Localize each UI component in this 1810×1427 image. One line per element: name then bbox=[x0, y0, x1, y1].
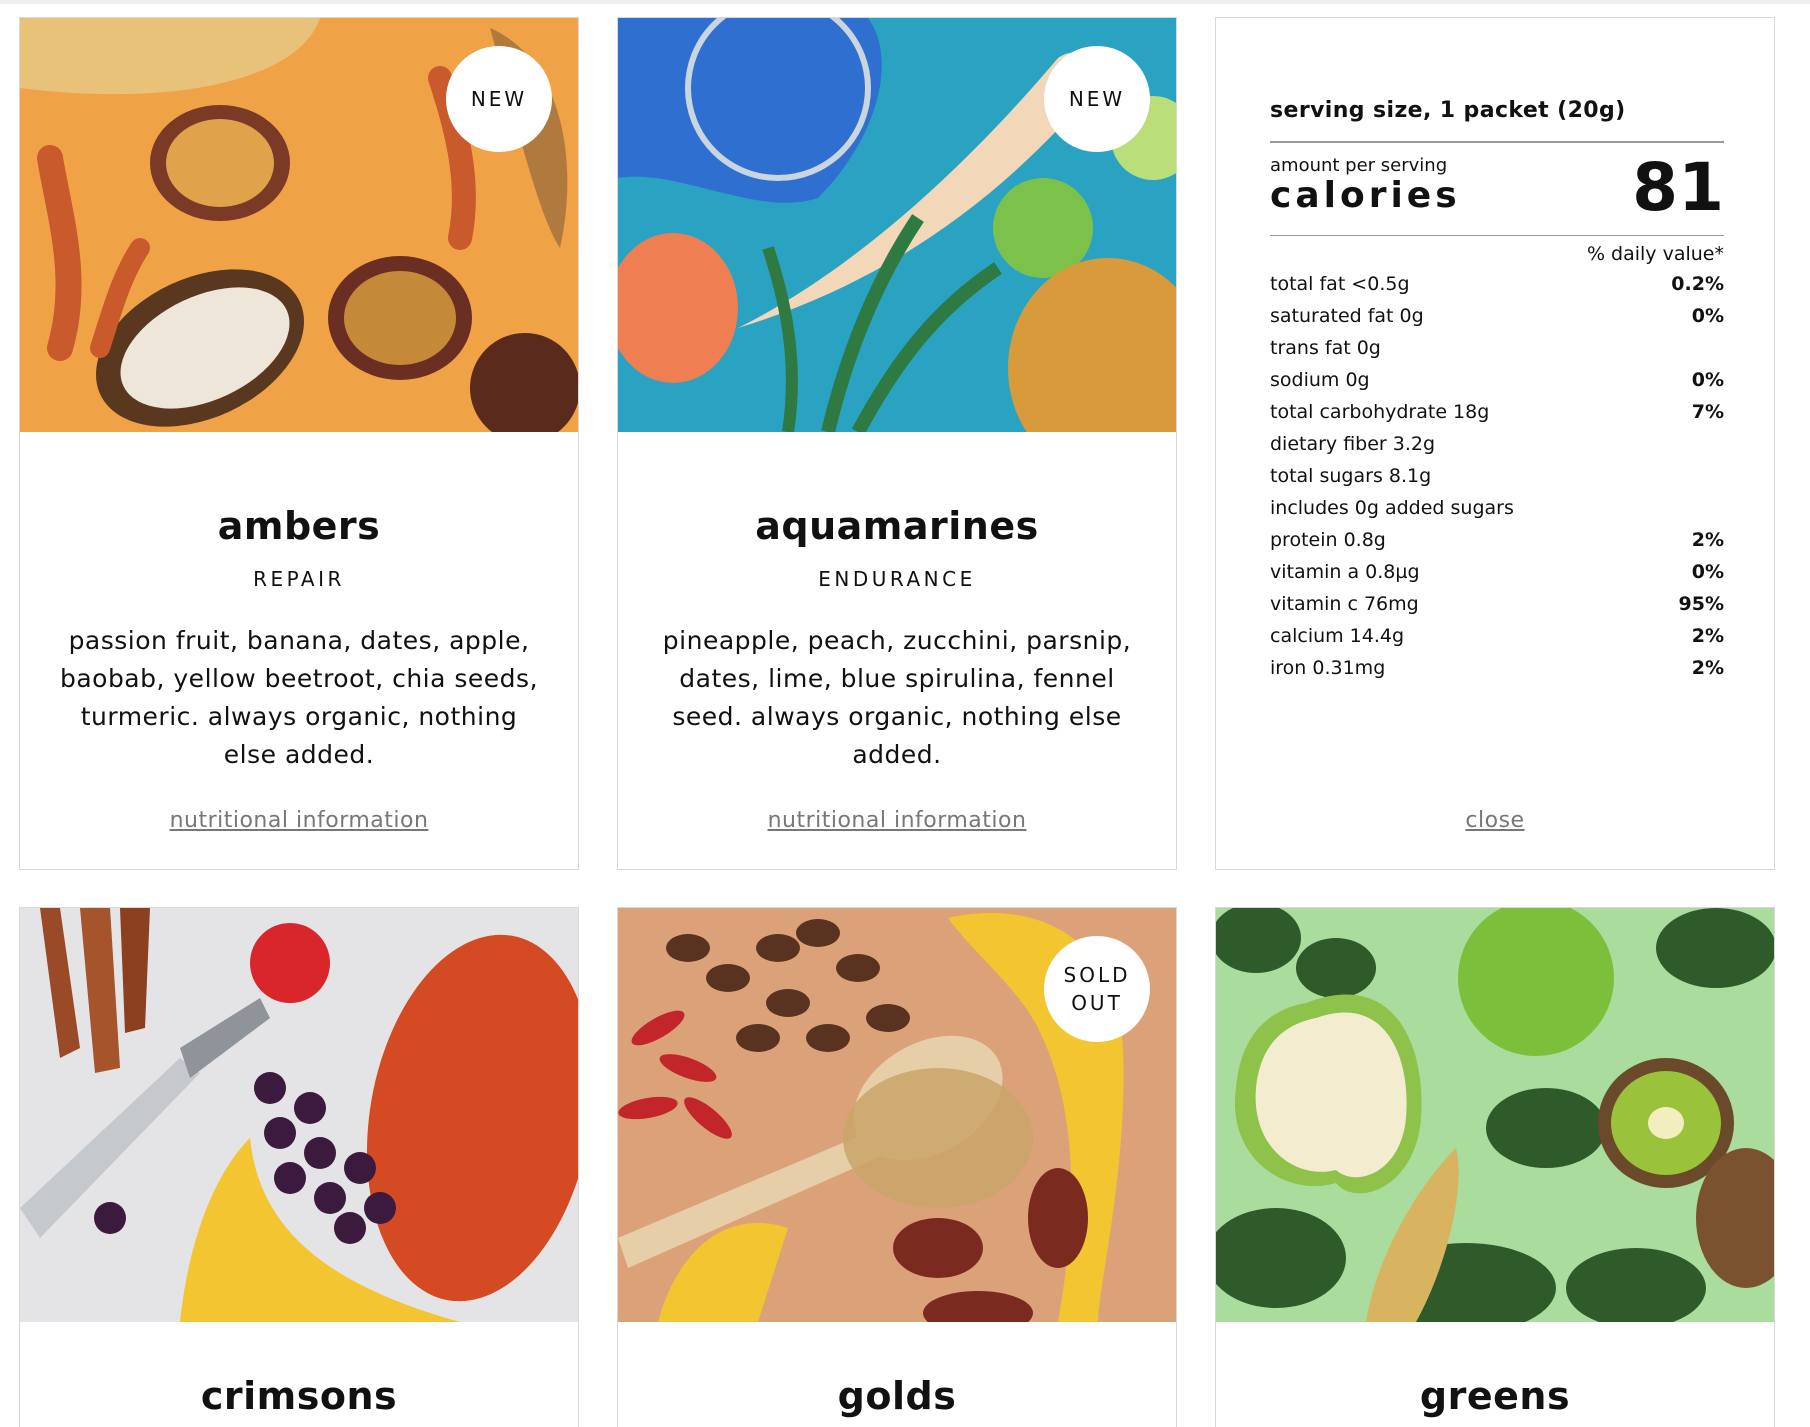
product-card-golds: SOLD OUT golds bbox=[617, 907, 1177, 1427]
new-badge: NEW bbox=[1044, 46, 1150, 152]
product-name: greens bbox=[1419, 1374, 1571, 1418]
product-card-aquamarines: NEW aquamarines ENDURANCE pineapple, pea… bbox=[617, 17, 1177, 870]
nutrient-row: vitamin a 0.8µg 0% bbox=[1270, 561, 1724, 583]
nutrient-row: includes 0g added sugars bbox=[1270, 497, 1514, 519]
product-photo-ambers: NEW bbox=[20, 18, 578, 432]
product-description: passion fruit, banana, dates, apple, bao… bbox=[59, 626, 539, 769]
top-divider bbox=[0, 0, 1810, 4]
nutrient-row: vitamin c 76mg 95% bbox=[1270, 593, 1724, 615]
product-photo-crimsons bbox=[20, 908, 578, 1322]
product-name: ambers bbox=[217, 504, 381, 548]
nutrient-list: total fat <0.5g 0.2% saturated fat 0g 0% t… bbox=[1270, 268, 1724, 684]
product-benefit: ENDURANCE bbox=[818, 567, 976, 591]
nutrient-row: saturated fat 0g 0% bbox=[1270, 305, 1724, 327]
product-name: aquamarines bbox=[755, 504, 1039, 548]
product-description: pineapple, peach, zucchini, parsnip, dat… bbox=[662, 626, 1132, 769]
nutrient-row: protein 0.8g 2% bbox=[1270, 529, 1724, 551]
new-badge: NEW bbox=[446, 46, 552, 152]
sold-out-badge: SOLD OUT bbox=[1044, 936, 1150, 1042]
product-card-crimsons: crimsons bbox=[19, 907, 579, 1427]
product-card-greens: greens bbox=[1215, 907, 1775, 1427]
nutrient-row: total sugars 8.1g bbox=[1270, 465, 1432, 487]
daily-value-header: % daily value* bbox=[1586, 243, 1724, 265]
product-photo-aquamarines: NEW bbox=[618, 18, 1176, 432]
nutrient-row: iron 0.31mg 2% bbox=[1270, 657, 1724, 679]
product-name: crimsons bbox=[200, 1374, 398, 1418]
calories-label: calories bbox=[1270, 175, 1461, 216]
close-link[interactable]: close bbox=[1465, 808, 1524, 833]
nutrition-facts-panel: serving size, 1 packet (20g) amount per … bbox=[1270, 98, 1724, 684]
product-card-ambers: NEW ambers REPAIR passion fruit, banana,… bbox=[19, 17, 579, 870]
product-name: golds bbox=[837, 1374, 957, 1418]
nutrient-row: total carbohydrate 18g 7% bbox=[1270, 401, 1724, 423]
nutrient-row: dietary fiber 3.2g bbox=[1270, 433, 1436, 455]
serving-size: serving size, 1 packet (20g) bbox=[1270, 98, 1724, 143]
product-benefit: REPAIR bbox=[253, 567, 345, 591]
product-photo-greens bbox=[1216, 908, 1774, 1322]
nutritional-information-link[interactable]: nutritional information bbox=[768, 808, 1027, 833]
nutrient-row: sodium 0g 0% bbox=[1270, 369, 1724, 391]
nutrition-facts-card: serving size, 1 packet (20g) amount per … bbox=[1215, 17, 1775, 870]
product-photo-golds: SOLD OUT bbox=[618, 908, 1176, 1322]
nutritional-information-link[interactable]: nutritional information bbox=[170, 808, 429, 833]
nutrient-row: trans fat 0g bbox=[1270, 337, 1381, 359]
calories-row: amount per serving calories 81 bbox=[1270, 143, 1724, 236]
nutrient-row: total fat <0.5g 0.2% bbox=[1270, 273, 1724, 295]
nutrient-row: calcium 14.4g 2% bbox=[1270, 625, 1724, 647]
calories-value: 81 bbox=[1632, 149, 1724, 226]
amount-per-serving: amount per serving bbox=[1270, 155, 1448, 176]
